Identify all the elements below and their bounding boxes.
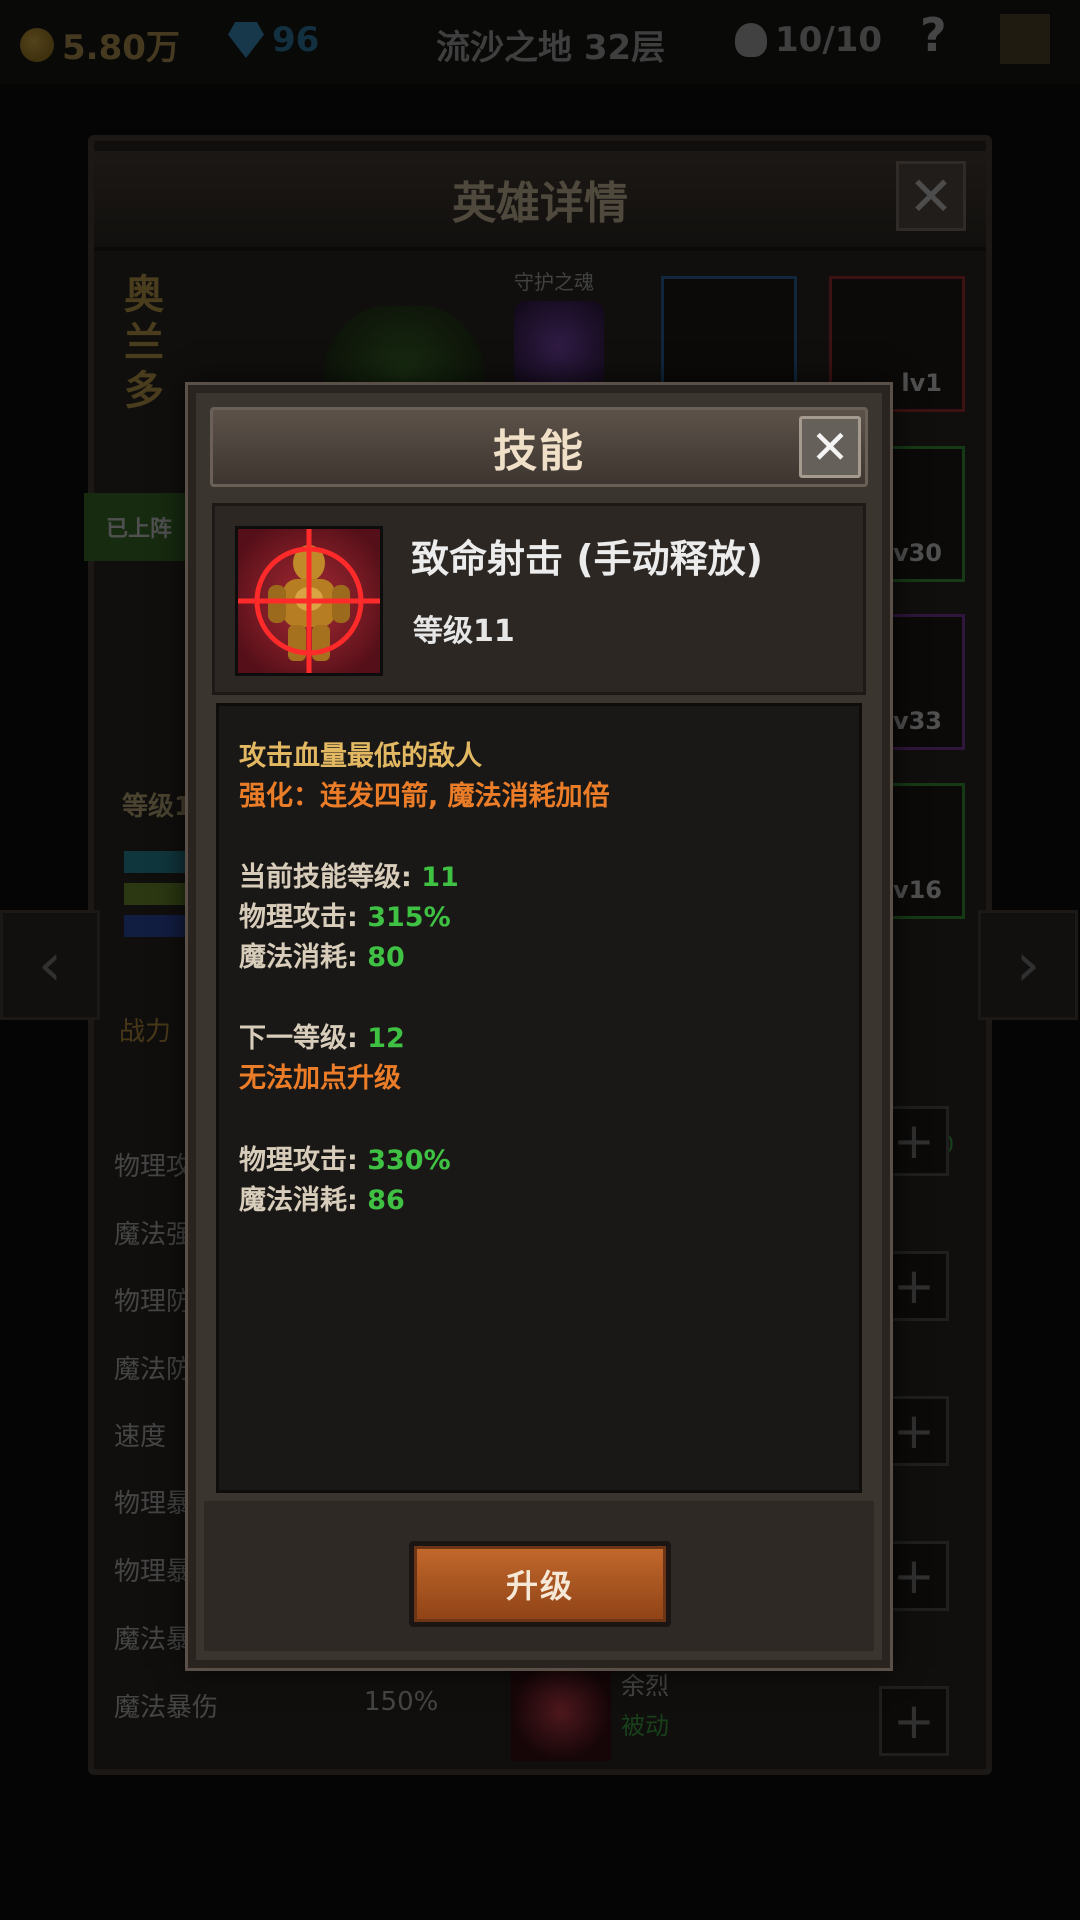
- passive-skill-type: 被动: [621, 1712, 669, 1740]
- phys-attack-row: 物理攻击: 315%: [239, 895, 451, 934]
- gold-value: 5.80万: [62, 28, 180, 68]
- power-tab[interactable]: 战力: [119, 1011, 171, 1048]
- stat-label: 物理暴: [114, 1489, 193, 1519]
- close-icon: ✕: [810, 420, 850, 474]
- cannot-upgrade-notice: 无法加点升级: [239, 1063, 401, 1094]
- chevron-left-icon: ‹: [38, 930, 62, 1000]
- stat-label: 魔法强: [114, 1220, 193, 1250]
- gem-value: 96: [272, 20, 320, 60]
- crosshair-armor-icon: [238, 529, 380, 673]
- stat-label: 魔法防: [114, 1355, 193, 1385]
- upgrade-button[interactable]: 升级: [409, 1541, 671, 1627]
- skill-level: 等级11: [413, 614, 515, 649]
- upgrade-button-label: 升级: [505, 1567, 574, 1605]
- next-phys-attack-row: 物理攻击: 330%: [239, 1138, 451, 1177]
- stage-name: 流沙之地 32层: [436, 20, 665, 69]
- chevron-right-icon: ›: [1016, 930, 1040, 1000]
- stamina-value: 10/10: [775, 20, 883, 60]
- current-level-row: 当前技能等级: 11: [239, 855, 459, 894]
- skill-dialog: 技能 ✕ 致命射击 (手动释放) 等级11 攻击血量最低的敌人 强化：连发四箭,…: [188, 385, 890, 1668]
- guardian-soul-label: 守护之魂: [514, 270, 594, 294]
- skill-description-panel: 攻击血量最低的敌人 强化：连发四箭, 魔法消耗加倍 当前技能等级: 11 物理攻…: [216, 703, 862, 1493]
- next-level-row: 下一等级: 12: [239, 1016, 405, 1055]
- current-level-label: 当前技能等级:: [239, 862, 412, 893]
- mana-cost-label: 魔法消耗:: [239, 942, 358, 973]
- previous-hero-button[interactable]: ‹: [0, 910, 100, 1020]
- phys-attack-value: 315%: [367, 902, 451, 933]
- stamina-counter: 10/10: [735, 20, 882, 60]
- stat-label: 物理防: [114, 1287, 193, 1317]
- skill-name: 致命射击 (手动释放): [411, 537, 763, 581]
- stat-value: 150%: [364, 1687, 439, 1717]
- phys-attack-label: 物理攻击:: [239, 902, 358, 933]
- gold-counter: 5.80万: [20, 20, 180, 69]
- stat-label: 魔法暴伤: [114, 1693, 219, 1723]
- add-skill-point-button[interactable]: +: [879, 1686, 949, 1756]
- mana-cost-value: 80: [367, 942, 405, 973]
- next-mana-cost-label: 魔法消耗:: [239, 1185, 358, 1216]
- skill-dialog-footer: 升级: [204, 1501, 874, 1651]
- stage-label: 流沙之地 32层: [436, 28, 666, 68]
- gem-counter: 96: [228, 20, 319, 60]
- stat-label: 速度: [114, 1422, 167, 1452]
- hero-details-title: 英雄详情: [94, 151, 986, 251]
- stat-label: 物理暴: [114, 1557, 193, 1587]
- current-level-value: 11: [421, 862, 459, 893]
- top-resource-bar: 5.80万 96 流沙之地 32层 10/10 ?: [0, 0, 1080, 84]
- skull-icon: [735, 23, 767, 57]
- guardian-soul-icon[interactable]: [514, 301, 604, 391]
- next-hero-button[interactable]: ›: [978, 910, 1078, 1020]
- skill-dialog-close-button[interactable]: ✕: [799, 416, 861, 478]
- next-level-label: 下一等级:: [239, 1023, 358, 1054]
- next-phys-attack-label: 物理攻击:: [239, 1145, 358, 1176]
- passive-skill-icon[interactable]: [511, 1661, 611, 1761]
- passive-skill-name: 余烈: [621, 1672, 669, 1700]
- skill-description: 攻击血量最低的敌人: [239, 741, 482, 772]
- skill-icon: [235, 526, 383, 676]
- skill-dialog-title: 技能: [493, 426, 585, 477]
- next-mana-cost-value: 86: [367, 1185, 405, 1216]
- help-icon: ?: [920, 8, 947, 62]
- hero-details-close-button[interactable]: ✕: [896, 161, 966, 231]
- hero-level: 等级1: [122, 792, 193, 822]
- hero-name: 奥兰多: [124, 272, 164, 414]
- gem-icon: [228, 22, 264, 58]
- skill-enhance: 强化：连发四箭, 魔法消耗加倍: [239, 781, 610, 812]
- skill-dialog-title-bar: 技能 ✕: [210, 407, 868, 487]
- skill-header: 致命射击 (手动释放) 等级11: [212, 503, 866, 695]
- mana-cost-row: 魔法消耗: 80: [239, 935, 405, 974]
- gold-coin-icon: [20, 27, 54, 62]
- help-button[interactable]: ?: [920, 8, 947, 62]
- deployed-badge: 已上阵: [84, 493, 194, 561]
- next-level-value: 12: [367, 1023, 405, 1054]
- next-phys-attack-value: 330%: [367, 1145, 451, 1176]
- game-screen: 5.80万 96 流沙之地 32层 10/10 ? 英雄详情 ✕ 奥兰多 守护之…: [0, 0, 1080, 1920]
- close-icon: ✕: [908, 164, 954, 228]
- hero-details-title-text: 英雄详情: [452, 178, 628, 229]
- settings-gear-icon[interactable]: [1000, 14, 1050, 64]
- stat-label: 魔法暴: [114, 1625, 193, 1655]
- next-mana-cost-row: 魔法消耗: 86: [239, 1178, 405, 1217]
- stat-label: 物理攻: [114, 1152, 193, 1182]
